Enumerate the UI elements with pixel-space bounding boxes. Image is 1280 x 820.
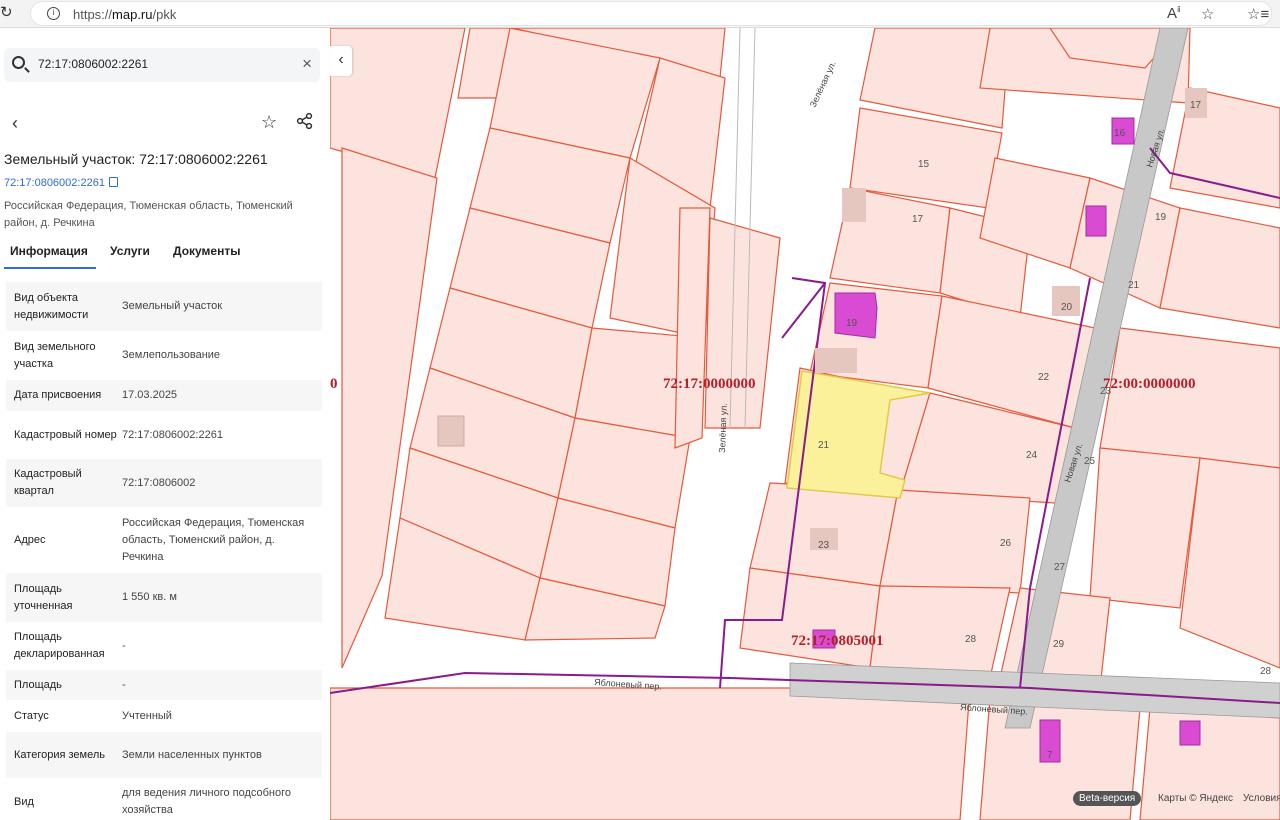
parcel-number: 22 (1038, 372, 1050, 383)
read-aloud-icon[interactable]: Aⅱ (1167, 5, 1181, 22)
browser-toolbar: ↻ i https://map.ru/pkk Aⅱ ☆ ☆≡ (0, 0, 1280, 28)
tabs: Информация Услуги Документы (4, 242, 324, 270)
parcel-number: 17 (1190, 100, 1202, 111)
share-icon[interactable] (296, 112, 314, 130)
quarter-label: 72:17:0805001 (791, 633, 884, 649)
parcel-number: 26 (1000, 538, 1012, 549)
parcel-number: 23 (1100, 386, 1112, 397)
sidebar-panel: 72:17:0806002:2261 × ‹ ☆ Земельный участ… (0, 28, 330, 820)
property-row: Вид земельного участка Землепользование (14, 340, 221, 370)
tab-information[interactable]: Информация (4, 244, 96, 269)
favorites-icon[interactable]: ☆≡ (1247, 5, 1269, 23)
property-row: Вид для ведения личного подсобного хозяйс… (14, 787, 292, 816)
property-row: Вид объекта недвижимости Земельный участо… (6, 282, 322, 331)
cadastral-map[interactable]: 72:17:0000000 72:00:0000000 72:17:080500… (330, 28, 1280, 820)
parcel-number: 7 (1047, 750, 1053, 761)
parcel-number: 23 (818, 540, 830, 551)
parcel-number: 21 (818, 440, 830, 451)
parcel-number: 24 (1026, 450, 1038, 461)
building-shape (842, 188, 866, 222)
parcel-number: 21 (1128, 280, 1140, 291)
search-box[interactable]: 72:17:0806002:2261 × (4, 48, 320, 82)
address-bar[interactable]: i https://map.ru/pkk Aⅱ ☆ ☆≡ (30, 1, 1272, 26)
star-icon[interactable]: ☆ (1201, 5, 1214, 23)
tab-documents[interactable]: Документы (173, 244, 240, 258)
quarter-label: 72:00:0000000 (1103, 376, 1196, 392)
parcel-number: 15 (918, 159, 930, 170)
search-input[interactable]: 72:17:0806002:2261 (38, 57, 148, 71)
property-row: Кадастровый квартал 72:17:0806002 (6, 459, 322, 507)
properties-table: Вид объекта недвижимости Земельный участо… (6, 282, 322, 820)
street-label: Зелёная ул. (717, 403, 729, 453)
highlighted-building[interactable] (834, 292, 878, 339)
property-row: Статус Учтенный (14, 709, 172, 722)
copy-icon[interactable] (108, 177, 118, 187)
parcel-number: 17 (912, 214, 924, 225)
parcel-number: 19 (846, 318, 858, 329)
property-row: Адрес Российская Федерация, Тюменская обл… (14, 516, 305, 563)
parcel-number: 20 (1061, 302, 1073, 313)
property-row: Площадь - (6, 670, 322, 700)
property-row: Кадастровый номер 72:17:0806002:2261 (14, 428, 223, 441)
parcel-number: 19 (1155, 212, 1167, 223)
tab-services[interactable]: Услуги (110, 244, 150, 258)
map-canvas[interactable]: 72:17:0000000 72:00:0000000 72:17:080500… (330, 28, 1280, 820)
back-button[interactable]: ‹ (12, 113, 18, 134)
url-text[interactable]: https://map.ru/pkk (73, 7, 176, 22)
parcel-number: 28 (1260, 666, 1272, 677)
building-shape (437, 415, 465, 447)
object-title: Земельный участок: 72:17:0806002:2261 (4, 151, 268, 167)
search-icon (12, 56, 25, 69)
clear-search-icon[interactable]: × (302, 54, 312, 74)
collapse-sidebar-button[interactable]: ‹ (330, 46, 352, 76)
parcel-number: 25 (1084, 456, 1096, 467)
parcel-number: 28 (965, 634, 977, 645)
beta-badge[interactable]: Beta-версия (1073, 791, 1142, 806)
reload-icon[interactable]: ↻ (0, 5, 16, 21)
property-row: Категория земель Земли населенных пунктов (6, 732, 322, 778)
property-row: Площадь декларированная - (14, 631, 126, 660)
parcel-number: 16 (1114, 128, 1126, 139)
building-shape (815, 348, 857, 373)
property-row: Дата присвоения 17.03.2025 (6, 380, 322, 411)
quarter-label: 0 (330, 376, 338, 392)
parcel-number: 29 (1053, 639, 1065, 650)
quarter-label: 72:17:0000000 (663, 376, 756, 392)
map-copyright[interactable]: Карты © Яндекс (1158, 793, 1233, 804)
favorite-button[interactable]: ☆ (261, 112, 277, 133)
object-address: Российская Федерация, Тюменская область,… (4, 200, 293, 229)
highlighted-building[interactable] (1179, 720, 1201, 746)
cadastral-number-link[interactable]: 72:17:0806002:2261 (4, 177, 118, 189)
property-row: Площадь уточненная 1 550 кв. м (6, 573, 322, 622)
parcel-number: 27 (1054, 562, 1066, 573)
map-terms-link[interactable]: Условия (1243, 793, 1280, 804)
highlighted-building[interactable] (1085, 205, 1107, 237)
site-info-icon[interactable]: i (47, 7, 60, 20)
